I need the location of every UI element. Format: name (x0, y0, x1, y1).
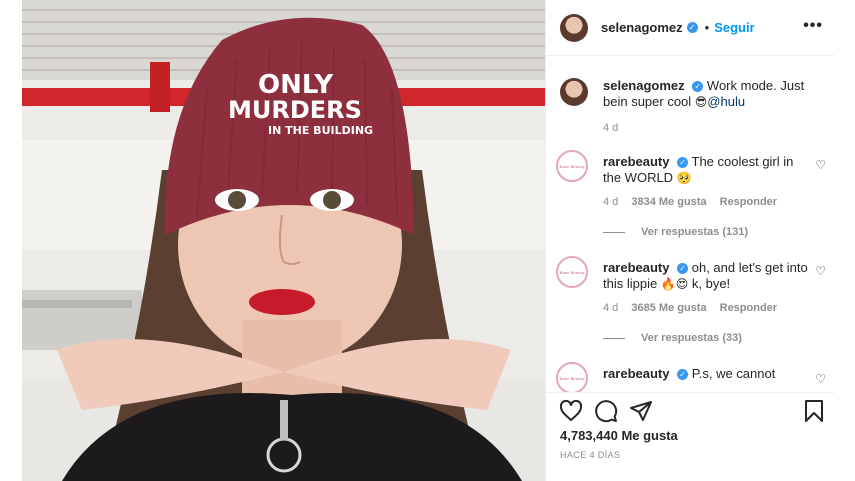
comment-text: rarebeauty ✓ P.s, we cannot (603, 366, 808, 382)
post-like-count[interactable]: 4,783,440 Me gusta (560, 428, 678, 443)
instagram-post-modal: ONLY MURDERS IN THE BUILDING selenagomez… (0, 0, 855, 481)
reply-button[interactable]: Responder (720, 196, 777, 208)
comment-username[interactable]: rarebeauty (603, 366, 669, 381)
caption-time: 4 d (603, 122, 619, 134)
comment-time: 4 d (603, 196, 619, 208)
author-avatar[interactable] (560, 13, 588, 42)
comment-like-heart-icon[interactable]: ♡ (815, 372, 826, 386)
comment-time: 4 d (603, 302, 619, 314)
comment-username[interactable]: rarebeauty (603, 260, 669, 275)
heart-icon[interactable] (559, 399, 583, 423)
view-replies-label: Ver respuestas (33) (641, 332, 742, 344)
comment-meta: 4 d 3834 Me gusta Responder (603, 196, 787, 208)
share-icon[interactable] (629, 399, 653, 423)
verified-badge-icon: ✓ (677, 369, 689, 381)
follow-button[interactable]: Seguir (714, 20, 754, 35)
right-margin (834, 0, 855, 481)
caption-username[interactable]: selenagomez (603, 78, 685, 93)
post-actions: 4,783,440 Me gusta HACE 4 DÍAS (546, 392, 835, 481)
view-replies-label: Ver respuestas (131) (641, 226, 749, 238)
post-timestamp: HACE 4 DÍAS (560, 450, 621, 460)
verified-badge-icon: ✓ (686, 22, 698, 33)
avatar-label: Rare Beauty (559, 375, 585, 381)
comment-body: P.s, we cannot (691, 366, 776, 381)
left-margin (0, 0, 22, 481)
mention-link[interactable]: @hulu (707, 94, 745, 109)
view-replies-button[interactable]: Ver respuestas (131) (603, 226, 748, 238)
caption-meta: 4 d (603, 122, 628, 134)
verified-badge-icon: ✓ (692, 81, 704, 93)
post-details-panel: selenagomez ✓ • Seguir ••• selenagomez ✓… (545, 0, 835, 481)
bookmark-icon[interactable] (802, 399, 826, 423)
comment-body-end: k, bye! (688, 276, 731, 291)
beanie-text-building: IN THE BUILDING (268, 124, 374, 137)
comments-list[interactable]: selenagomez ✓ Work mode. Just bein super… (546, 56, 835, 392)
author-username[interactable]: selenagomez (601, 20, 683, 35)
view-replies-button[interactable]: Ver respuestas (33) (603, 332, 742, 344)
post-header: selenagomez ✓ • Seguir ••• (546, 0, 835, 56)
comment-like-heart-icon[interactable]: ♡ (815, 158, 826, 172)
comment-username[interactable]: rarebeauty (603, 154, 669, 169)
post-photo[interactable]: ONLY MURDERS IN THE BUILDING (22, 0, 545, 481)
verified-badge-icon: ✓ (677, 263, 689, 275)
comment-emoji: 🥺 (676, 171, 692, 185)
comment-icon[interactable] (594, 399, 618, 423)
separator-dot: • (704, 20, 710, 35)
comment-text: rarebeauty ✓ oh, and let's get into this… (603, 260, 808, 292)
comment-meta: 4 d 3685 Me gusta Responder (603, 302, 787, 314)
comment-like-heart-icon[interactable]: ♡ (815, 264, 826, 278)
avatar-label: Rare Beauty (559, 269, 585, 275)
reply-button[interactable]: Responder (720, 302, 777, 314)
comment-likes[interactable]: 3834 Me gusta (631, 196, 706, 208)
caption-text: selenagomez ✓ Work mode. Just bein super… (603, 78, 808, 110)
beanie-text-murders: MURDERS (228, 96, 362, 124)
commenter-avatar[interactable]: Rare Beauty (556, 362, 588, 392)
caption-avatar[interactable] (560, 78, 588, 106)
verified-badge-icon: ✓ (677, 157, 689, 169)
comment-emoji: 🔥😍 (660, 277, 689, 291)
avatar-label: Rare Beauty (559, 163, 585, 169)
comment-text: rarebeauty ✓ The coolest girl in the WOR… (603, 154, 808, 186)
commenter-avatar[interactable]: Rare Beauty (556, 256, 588, 288)
commenter-avatar[interactable]: Rare Beauty (556, 150, 588, 182)
caption-emoji: 😎 (694, 95, 708, 109)
comment-likes[interactable]: 3685 Me gusta (631, 302, 706, 314)
more-options-icon[interactable]: ••• (803, 17, 823, 35)
